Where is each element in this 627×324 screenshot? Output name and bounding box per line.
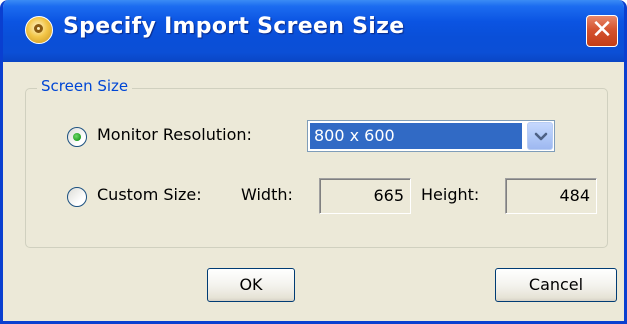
app-icon xyxy=(25,16,53,44)
group-legend: Screen Size xyxy=(37,77,133,95)
close-button[interactable]: ✕ xyxy=(586,15,618,47)
screen-size-group xyxy=(25,88,608,248)
dialog-window: Specify Import Screen Size ✕ Screen Size… xyxy=(0,0,627,324)
monitor-resolution-label[interactable]: Monitor Resolution: xyxy=(97,125,252,144)
ok-button[interactable]: OK xyxy=(207,268,295,302)
chevron-down-icon xyxy=(534,132,548,141)
dialog-title: Specify Import Screen Size xyxy=(63,14,405,39)
dropdown-arrow-button[interactable] xyxy=(527,122,553,150)
resolution-dropdown[interactable]: 800 x 600 xyxy=(307,120,555,152)
width-field[interactable]: 665 xyxy=(319,178,411,214)
height-label: Height: xyxy=(421,185,480,204)
resolution-selected-value: 800 x 600 xyxy=(310,123,522,149)
monitor-resolution-radio[interactable] xyxy=(67,127,87,147)
width-label: Width: xyxy=(241,185,293,204)
custom-size-label[interactable]: Custom Size: xyxy=(97,185,202,204)
cancel-button[interactable]: Cancel xyxy=(495,268,617,302)
title-bar[interactable]: Specify Import Screen Size ✕ xyxy=(3,0,624,62)
height-field[interactable]: 484 xyxy=(505,178,597,214)
custom-size-radio[interactable] xyxy=(67,187,87,207)
